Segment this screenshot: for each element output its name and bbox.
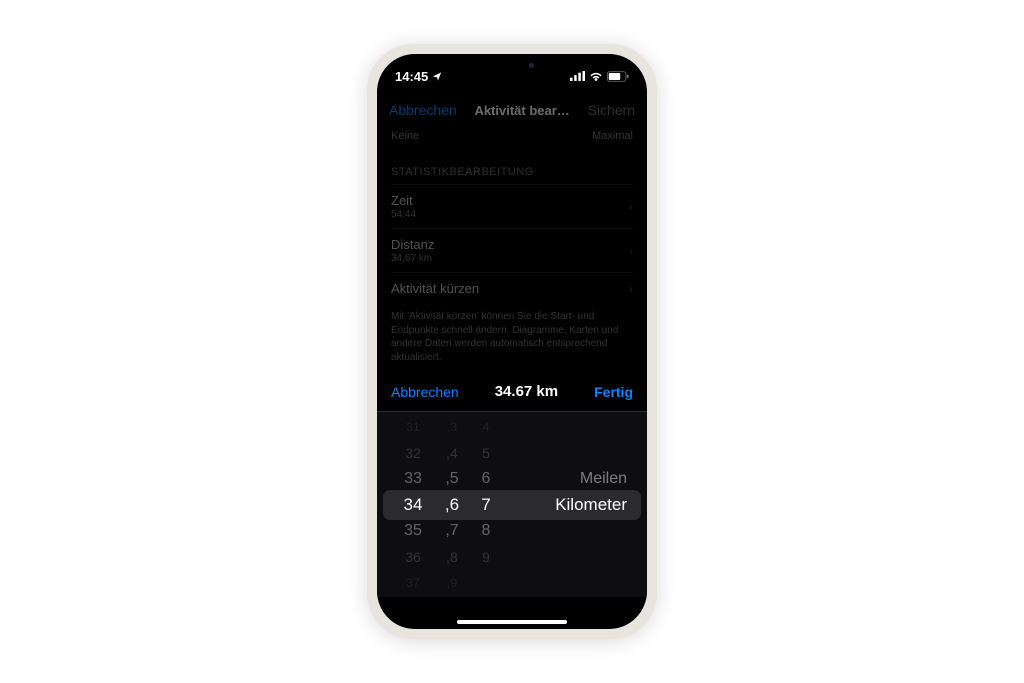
picker-unit-item: Meilen — [555, 466, 631, 492]
home-indicator[interactable] — [457, 620, 567, 624]
picker-toolbar: Abbrechen 34.67 km Fertig — [377, 372, 647, 412]
location-icon — [432, 71, 443, 82]
status-bar-right — [570, 71, 629, 82]
picker-item-selected: 7 — [469, 492, 503, 518]
row-distance-label: Distanz — [391, 237, 434, 252]
picker-item: 4 — [469, 414, 503, 440]
screen: 14:45 Abbrechen Aktivität bear… Sichern … — [377, 54, 647, 629]
picker-done-button[interactable]: Fertig — [594, 384, 633, 400]
slider-max-label: Maximal — [592, 130, 633, 142]
picker-wheel-unit[interactable]: Meilen Kilometer — [503, 412, 633, 597]
nav-bar: Abbrechen Aktivität bear… Sichern — [377, 90, 647, 130]
picker-item: 31 — [391, 414, 435, 440]
row-time-value: 54:44 — [391, 209, 416, 220]
picker-item — [469, 570, 503, 596]
battery-icon — [607, 71, 629, 82]
picker-item: ,3 — [435, 414, 469, 440]
picker-item: 36 — [391, 544, 435, 570]
row-time[interactable]: Zeit 54:44 › — [391, 184, 633, 228]
row-distance[interactable]: Distanz 34,67 km › — [391, 228, 633, 272]
picker-item: 8 — [469, 518, 503, 544]
picker-item: 5 — [469, 440, 503, 466]
picker-item: 35 — [391, 518, 435, 544]
picker-wheel-decimal1[interactable]: ,3 ,4 ,5 ,6 ,7 ,8 ,9 — [435, 412, 469, 597]
picker-item: 9 — [469, 544, 503, 570]
picker-item: ,8 — [435, 544, 469, 570]
cellular-icon — [570, 71, 585, 81]
chevron-right-icon: › — [629, 244, 633, 258]
status-time: 14:45 — [395, 69, 428, 84]
picker-item: ,5 — [435, 466, 469, 492]
section-header: STATISTIKBEARBEITUNG — [391, 152, 633, 184]
chevron-right-icon: › — [629, 282, 633, 296]
picker-cancel-button[interactable]: Abbrechen — [391, 384, 459, 400]
slider-labels: Keine Maximal — [391, 130, 633, 152]
row-time-label: Zeit — [391, 193, 416, 208]
dimmed-content: Keine Maximal STATISTIKBEARBEITUNG Zeit … — [377, 130, 647, 372]
picker-unit-item-selected: Kilometer — [555, 492, 631, 518]
picker: 31 32 33 34 35 36 37 ,3 ,4 ,5 ,6 ,7 ,8 — [377, 412, 647, 597]
cancel-button[interactable]: Abbrechen — [389, 102, 457, 118]
status-bar-left: 14:45 — [395, 69, 443, 84]
save-button[interactable]: Sichern — [588, 102, 635, 118]
notch — [452, 54, 572, 76]
picker-wheel-decimal2[interactable]: 4 5 6 7 8 9 — [469, 412, 503, 597]
row-trim[interactable]: Aktivität kürzen › — [391, 272, 633, 304]
picker-item: 33 — [391, 466, 435, 492]
slider-min-label: Keine — [391, 130, 419, 142]
row-trim-label: Aktivität kürzen — [391, 281, 479, 296]
page-title: Aktivität bear… — [474, 103, 569, 118]
chevron-right-icon: › — [629, 200, 633, 214]
picker-item: 6 — [469, 466, 503, 492]
row-distance-value: 34,67 km — [391, 253, 434, 264]
footer-note: Mit 'Aktivität kürzen' können Sie die St… — [391, 304, 633, 372]
picker-item-selected: 34 — [391, 492, 435, 518]
picker-item: ,4 — [435, 440, 469, 466]
picker-value: 34.67 km — [495, 383, 558, 400]
phone-frame: 14:45 Abbrechen Aktivität bear… Sichern … — [367, 44, 657, 639]
picker-item: 32 — [391, 440, 435, 466]
picker-item: ,9 — [435, 570, 469, 596]
wifi-icon — [589, 71, 603, 81]
picker-wheel-integer[interactable]: 31 32 33 34 35 36 37 — [391, 412, 435, 597]
picker-item: 37 — [391, 570, 435, 596]
picker-item: ,7 — [435, 518, 469, 544]
picker-item-selected: ,6 — [435, 492, 469, 518]
